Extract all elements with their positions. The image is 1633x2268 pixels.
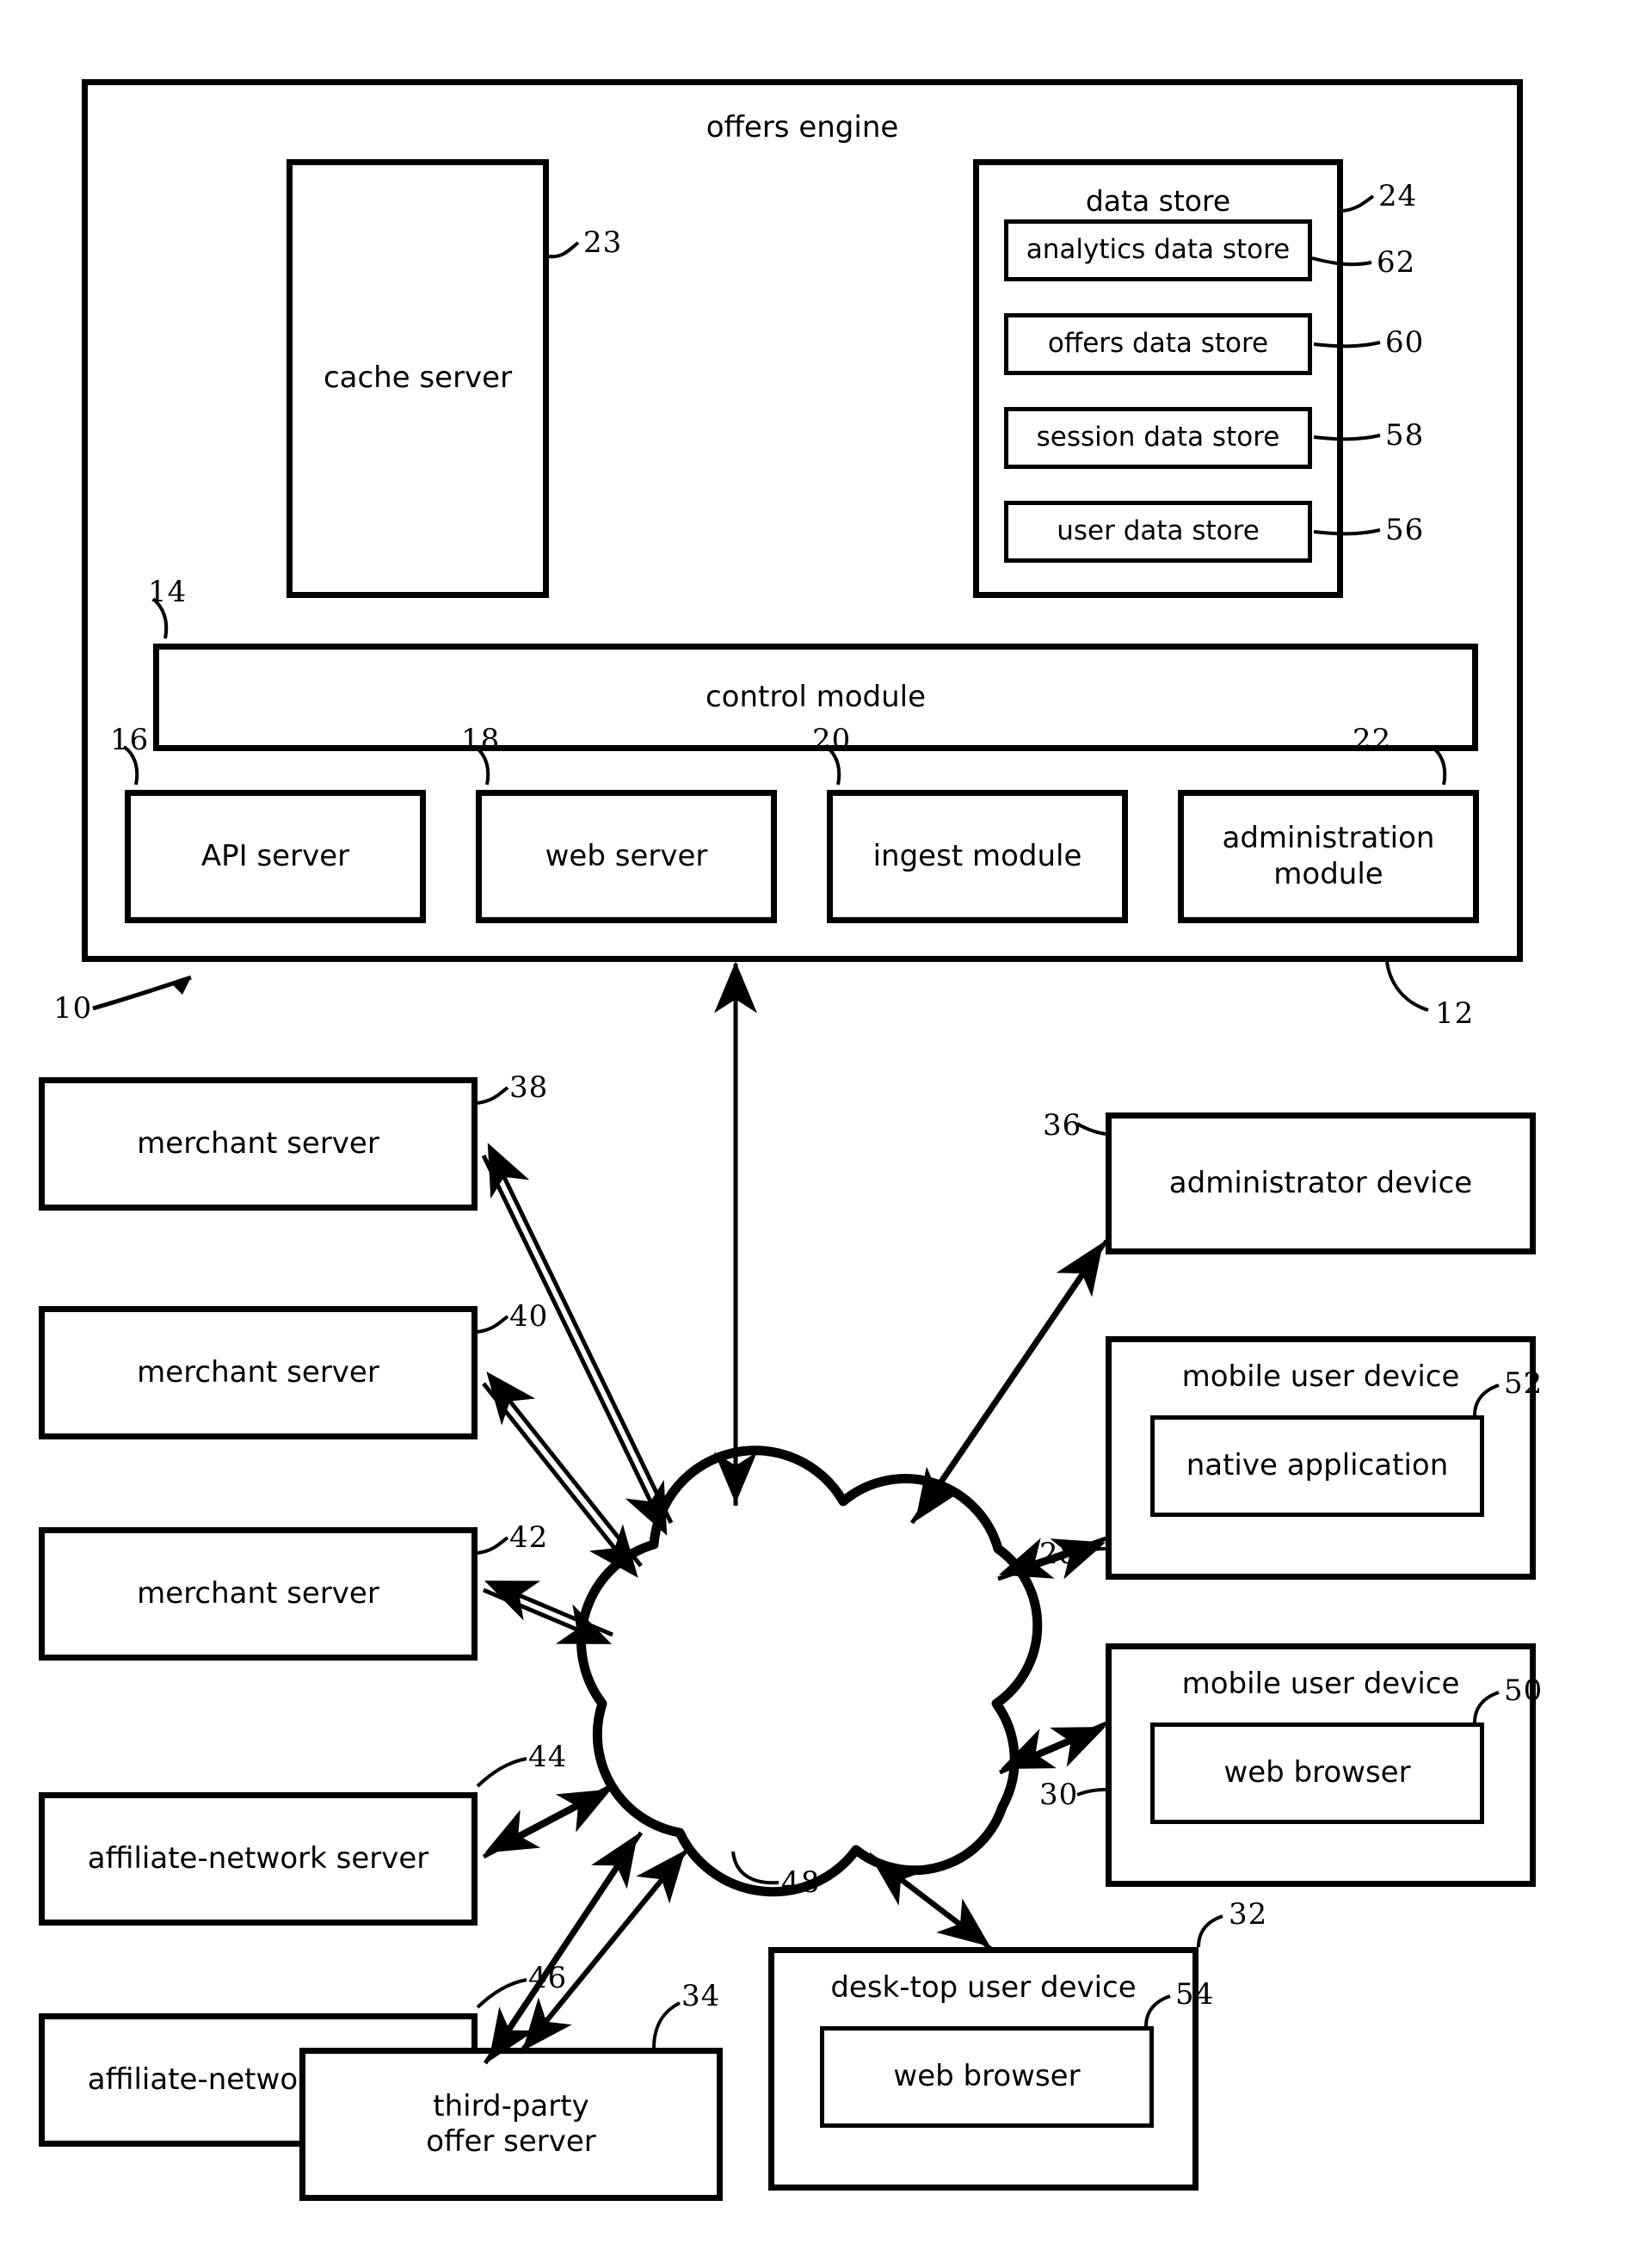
ref-numeral-16: 16 (110, 723, 150, 757)
ref-numeral-48: 48 (781, 1865, 821, 1900)
ref-numeral-24: 24 (1378, 179, 1418, 213)
ref-numeral-62: 62 (1377, 245, 1416, 280)
ref-numeral-50: 50 (1504, 1673, 1544, 1708)
ref-numeral-54: 54 (1175, 1977, 1215, 2012)
ref-numeral-18: 18 (461, 723, 501, 757)
ref-numeral-46: 46 (528, 1961, 568, 1995)
ref-numeral-23: 23 (583, 225, 623, 260)
ref-numeral-22: 22 (1353, 723, 1392, 757)
ref-numeral-12: 12 (1435, 996, 1475, 1031)
ref-numeral-32: 32 (1229, 1897, 1268, 1932)
ref-numeral-44: 44 (528, 1740, 568, 1774)
ref-numeral-58: 58 (1385, 418, 1425, 453)
ref-numeral-28: 28 (1039, 1537, 1079, 1571)
ref-numeral-20: 20 (812, 723, 852, 757)
ref-numeral-60: 60 (1385, 325, 1425, 360)
ref-numeral-38: 38 (509, 1070, 549, 1105)
patent-figure-page: offers engine cache server data store an… (0, 0, 1633, 2268)
ref-numeral-42: 42 (509, 1520, 549, 1555)
ref-numeral-36: 36 (1043, 1108, 1082, 1143)
ref-numeral-30: 30 (1039, 1778, 1079, 1812)
ref-numeral-34: 34 (681, 1979, 721, 2013)
ref-numeral-40: 40 (509, 1299, 549, 1334)
ref-numeral-14: 14 (148, 575, 188, 609)
ref-numeral-10: 10 (53, 991, 93, 1026)
ref-numeral-56: 56 (1385, 513, 1425, 547)
ref-numeral-52: 52 (1504, 1366, 1544, 1401)
